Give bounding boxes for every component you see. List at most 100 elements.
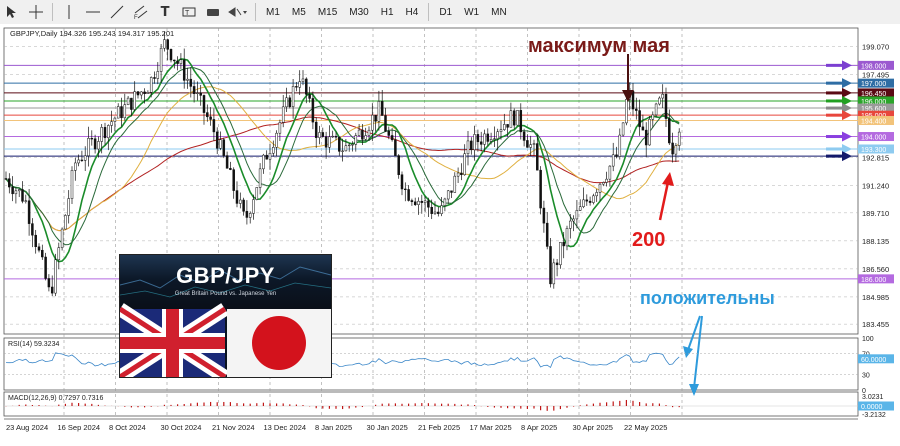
candle-body: [648, 119, 651, 146]
candle-body: [24, 200, 28, 202]
timeframe-w1[interactable]: W1: [458, 7, 485, 18]
candle-body: [618, 134, 622, 157]
timeframe-d1[interactable]: D1: [433, 7, 458, 18]
candle-body: [140, 91, 143, 96]
candle-body: [545, 222, 549, 247]
cursor-icon[interactable]: [2, 2, 22, 22]
candle-body: [176, 60, 179, 64]
date-tick-label: 17 Mar 2025: [470, 423, 512, 432]
candle-body: [595, 192, 598, 197]
candle-body: [565, 228, 569, 247]
candle-body: [50, 286, 54, 294]
candle-body: [242, 199, 245, 212]
candle-body: [219, 139, 222, 149]
crosshair-icon[interactable]: [26, 2, 46, 22]
candle-body: [262, 154, 265, 170]
candle-body: [93, 138, 97, 150]
candle-body: [146, 92, 150, 94]
candle-body: [526, 140, 529, 148]
candle-body: [179, 59, 183, 64]
candle-body: [390, 135, 394, 141]
chart-canvas[interactable]: 199.070 197.495 192.815 191.240 189.710 188.1…: [0, 24, 900, 441]
candle-body: [31, 223, 34, 236]
price-tick-label: 188.135: [862, 237, 889, 246]
candle-body: [575, 210, 579, 220]
toolbar: F T T M1 M5 M15 M30 H1 H4 D1 W1 MN: [0, 0, 900, 25]
timeframe-h4[interactable]: H4: [400, 7, 425, 18]
shapes-icon[interactable]: [203, 2, 223, 22]
candle-body: [443, 198, 447, 206]
candle-body: [70, 170, 74, 199]
price-tick-label: 191.240: [862, 182, 889, 191]
candle-body: [60, 228, 64, 248]
candle-body: [196, 92, 199, 94]
timeframe-m30[interactable]: M30: [343, 7, 374, 18]
channel-icon[interactable]: F: [131, 2, 151, 22]
candle-body: [212, 119, 216, 133]
candle-body: [334, 135, 338, 138]
level-price-label: 194.000: [861, 135, 886, 142]
rsi-tick-label: 100: [862, 336, 874, 343]
candle-body: [318, 132, 321, 138]
candle-body: [430, 206, 433, 214]
text-icon[interactable]: T: [155, 2, 175, 22]
candle-body: [503, 124, 506, 130]
candle-body: [67, 198, 70, 216]
candle-body: [615, 154, 618, 157]
level-price-label: 194.400: [861, 119, 886, 126]
candle-body: [133, 91, 136, 110]
label-icon[interactable]: T: [179, 2, 199, 22]
candle-body: [552, 262, 556, 285]
macd-current-label: 0.0000: [861, 404, 883, 411]
candle-body: [635, 108, 638, 111]
trendline-icon[interactable]: [107, 2, 127, 22]
timeframe-h1[interactable]: H1: [375, 7, 400, 18]
candle-body: [361, 129, 364, 140]
candle-body: [608, 165, 612, 180]
candle-body: [202, 95, 206, 113]
candle-body: [371, 114, 374, 131]
candle-body: [80, 159, 84, 162]
candle-body: [222, 139, 226, 156]
candle-body: [638, 110, 641, 128]
timeframe-m15[interactable]: M15: [312, 7, 343, 18]
chart-area[interactable]: 199.070 197.495 192.815 191.240 189.710 188.1…: [0, 24, 900, 441]
vertical-line-icon[interactable]: [59, 2, 79, 22]
price-tick-label: 184.985: [862, 293, 889, 302]
candle-body: [209, 116, 212, 120]
candle-body: [677, 131, 681, 146]
candle-body: [598, 183, 602, 193]
candle-body: [123, 104, 127, 119]
date-tick-label: 30 Apr 2025: [573, 423, 613, 432]
candle-body: [460, 172, 463, 176]
level-price-label: 193.300: [861, 147, 886, 154]
candle-body: [37, 246, 41, 251]
candle-body: [351, 144, 354, 146]
timeframe-m5[interactable]: M5: [286, 7, 312, 18]
candle-body: [83, 155, 87, 161]
candle-body: [153, 77, 156, 79]
candle-body: [298, 81, 301, 88]
candle-body: [367, 129, 371, 136]
candle-body: [644, 129, 648, 146]
candle-body: [272, 147, 275, 154]
candle-body: [473, 134, 476, 151]
candle-body: [446, 190, 450, 200]
candle-body: [506, 124, 509, 128]
horizontal-line-icon[interactable]: [83, 2, 103, 22]
candle-body: [295, 86, 298, 88]
candle-body: [476, 134, 480, 143]
date-tick-label: 30 Oct 2024: [161, 423, 202, 432]
candle-body: [232, 169, 235, 191]
candle-body: [631, 90, 635, 110]
arrow-icon[interactable]: [227, 2, 249, 22]
candle-body: [113, 117, 117, 122]
candle-body: [97, 141, 100, 150]
annotation-positive: положительны: [640, 288, 775, 308]
price-tick-label: 186.560: [862, 265, 889, 274]
timeframe-m1[interactable]: M1: [260, 7, 286, 18]
candle-body: [169, 49, 173, 61]
timeframe-mn[interactable]: MN: [485, 7, 513, 18]
candle-body: [585, 199, 589, 202]
candle-body: [463, 153, 466, 176]
